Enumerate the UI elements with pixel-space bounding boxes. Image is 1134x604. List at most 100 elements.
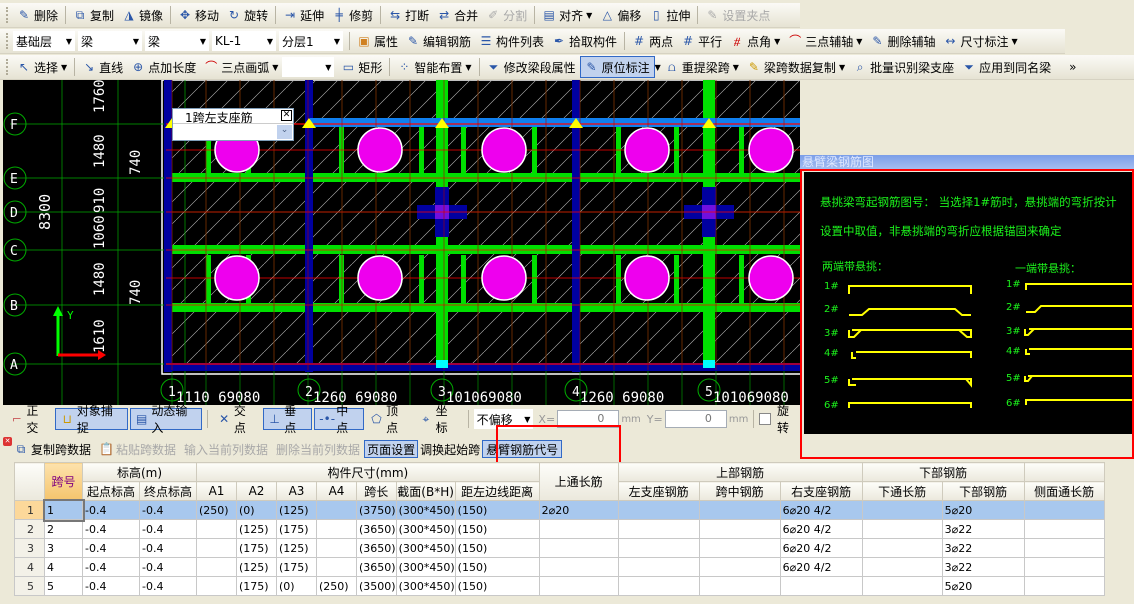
row-number[interactable]: 1	[14, 500, 45, 520]
two-point-axis-button[interactable]: # 两点	[628, 30, 677, 52]
table-cell[interactable]: (300*450)	[395, 538, 456, 558]
table-cell[interactable]: (125)	[236, 557, 277, 577]
table-cell[interactable]	[861, 500, 943, 520]
table-cell[interactable]: 6⌀20 4/2	[779, 519, 863, 539]
close-icon[interactable]: ✕	[281, 110, 292, 121]
coordinate-snap[interactable]: ⌖ 坐标	[415, 404, 462, 435]
column-header[interactable]: A2	[236, 481, 277, 501]
ortho-toggle[interactable]: ⌐ 正交	[6, 404, 53, 435]
table-cell[interactable]	[617, 500, 700, 520]
table-cell[interactable]: 3⌀22	[941, 519, 1025, 539]
pick-component-button[interactable]: ✒ 拾取构件	[548, 30, 621, 52]
row-number[interactable]: 5	[14, 576, 45, 596]
toolbar-grip[interactable]	[6, 7, 9, 23]
popup-select[interactable]: ⌄	[173, 123, 293, 140]
row-number[interactable]: 2	[14, 519, 45, 539]
column-header[interactable]: A3	[276, 481, 317, 501]
table-cell[interactable]: (125)	[276, 500, 317, 520]
rectangle-button[interactable]: ▭ 矩形	[337, 56, 386, 78]
table-row[interactable]: 4 4 -0.4 -0.4 (125) (175) (3650) (300*450) (150)…	[14, 557, 1105, 577]
table-cell[interactable]	[861, 538, 943, 558]
table-cell[interactable]	[316, 500, 357, 520]
table-cell[interactable]	[617, 576, 700, 596]
set-grip-button[interactable]: ✎ 设置夹点	[701, 4, 774, 26]
table-cell[interactable]: (175)	[276, 519, 317, 539]
column-header[interactable]: A4	[316, 481, 357, 501]
component-select[interactable]: KL-1 ▼	[212, 31, 276, 51]
table-cell[interactable]	[538, 519, 619, 539]
table-cell[interactable]: 6⌀20 4/2	[779, 557, 863, 577]
align-button[interactable]: ▤ 对齐 ▼	[538, 4, 596, 26]
three-point-axis-button[interactable]: ⌒ 三点辅轴 ▼	[784, 30, 866, 52]
table-cell[interactable]	[538, 538, 619, 558]
table-cell[interactable]: (150)	[454, 576, 540, 596]
table-cell[interactable]: (150)	[454, 538, 540, 558]
paste-span-data-button[interactable]: 📋 粘贴跨数据	[99, 438, 176, 460]
type-select[interactable]: 梁 ▼	[78, 31, 142, 51]
smart-layout-button[interactable]: ⁘ 智能布置 ▼	[393, 56, 475, 78]
table-cell[interactable]	[698, 576, 781, 596]
table-cell[interactable]	[617, 557, 700, 577]
table-cell[interactable]	[861, 519, 943, 539]
properties-button[interactable]: ▣ 属性	[353, 30, 402, 52]
subtype-select[interactable]: 梁 ▼	[145, 31, 209, 51]
table-cell[interactable]	[617, 538, 700, 558]
table-row[interactable]: 2 2 -0.4 -0.4 (125) (175) (3650) (300*450) (150)…	[14, 519, 1105, 539]
column-header[interactable]: 终点标高	[139, 481, 197, 501]
table-cell[interactable]	[538, 576, 619, 596]
table-cell[interactable]: -0.4	[139, 500, 197, 520]
table-cell[interactable]	[617, 519, 700, 539]
table-cell[interactable]: -0.4	[139, 557, 197, 577]
table-cell[interactable]: (125)	[276, 538, 317, 558]
midpoint-snap[interactable]: -•- 中点	[314, 404, 364, 435]
column-header[interactable]: 截面(B*H)	[395, 481, 456, 501]
delete-axis-button[interactable]: ✎ 删除辅轴	[866, 30, 939, 52]
table-cell[interactable]: (0)	[236, 500, 277, 520]
table-cell[interactable]: (300*450)	[395, 557, 456, 577]
column-header[interactable]: A1	[196, 481, 237, 501]
header-span-no[interactable]: 跨号	[44, 462, 83, 501]
parallel-axis-button[interactable]: # 平行	[677, 30, 726, 52]
table-cell[interactable]: 6⌀20 4/2	[779, 500, 863, 520]
table-cell[interactable]: -0.4	[82, 557, 140, 577]
layer-select[interactable]: 分层1 ▼	[279, 31, 343, 51]
table-cell[interactable]	[316, 519, 357, 539]
span-popup[interactable]: 1跨左支座筋 ✕ ⌄	[172, 108, 294, 141]
table-cell[interactable]	[196, 538, 237, 558]
table-row[interactable]: 1 1 -0.4 -0.4 (250) (0) (125) (3750) (300*450) (1…	[14, 498, 1105, 522]
y-input[interactable]: 0	[664, 410, 727, 428]
rotate-button[interactable]: ↻ 旋转	[223, 4, 272, 26]
point-length-button[interactable]: ⊕ 点加长度	[127, 56, 200, 78]
line-button[interactable]: ↘ 直线	[78, 56, 127, 78]
column-header[interactable]: 下部钢筋	[941, 481, 1025, 501]
table-cell[interactable]: 2⌀20	[538, 500, 619, 520]
component-list-button[interactable]: ☰ 构件列表	[475, 30, 548, 52]
table-cell[interactable]: -0.4	[82, 519, 140, 539]
table-cell[interactable]: 5⌀20	[941, 576, 1025, 596]
dialog-title[interactable]: 悬臂梁钢筋图	[800, 155, 1134, 170]
input-column-data-button[interactable]: 输入当前列数据	[184, 438, 268, 460]
table-cell[interactable]: (300*450)	[395, 500, 456, 520]
table-row[interactable]: 3 3 -0.4 -0.4 (175) (125) (3650) (300*450) (150)…	[14, 538, 1105, 558]
table-cell[interactable]	[698, 500, 781, 520]
floor-select[interactable]: 基础层 ▼	[13, 31, 75, 51]
column-header[interactable]: 起点标高	[82, 481, 140, 501]
swap-start-span-button[interactable]: 调换起始跨	[420, 438, 480, 460]
table-cell[interactable]: (3650)	[356, 557, 397, 577]
header-top-through-bar[interactable]: 上通长筋	[538, 462, 619, 501]
table-cell[interactable]: 4	[44, 557, 83, 577]
column-header[interactable]: 跨长	[356, 481, 397, 501]
table-cell[interactable]	[698, 538, 781, 558]
toolbar-grip[interactable]	[6, 59, 9, 75]
table-cell[interactable]: 1	[42, 498, 85, 522]
table-cell[interactable]	[1023, 500, 1105, 520]
move-button[interactable]: ✥ 移动	[174, 4, 223, 26]
table-cell[interactable]	[196, 576, 237, 596]
column-header[interactable]: 右支座钢筋	[779, 481, 863, 501]
table-cell[interactable]: -0.4	[82, 538, 140, 558]
panel-close-icon[interactable]: ✕	[3, 437, 12, 446]
re-extract-span-button[interactable]: ⩍ 重提梁跨 ▼	[661, 56, 743, 78]
copy-button[interactable]: ⧉ 复制	[69, 4, 118, 26]
copy-span-data-button[interactable]: ⧉ 复制跨数据	[14, 438, 91, 460]
table-cell[interactable]: 3⌀22	[941, 538, 1025, 558]
